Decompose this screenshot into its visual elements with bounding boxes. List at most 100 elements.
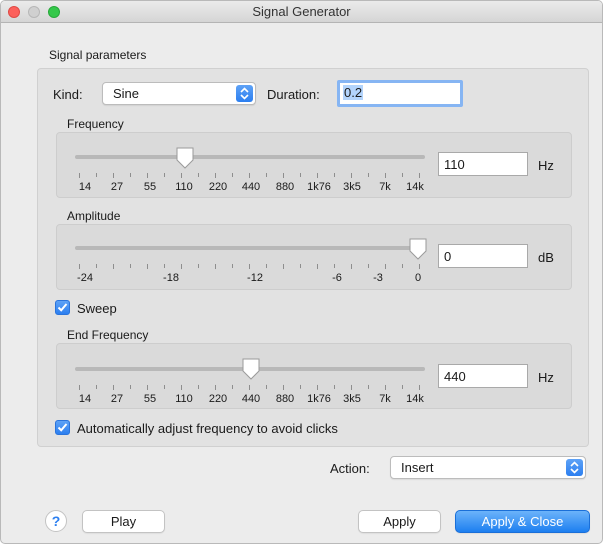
frequency-tick-mark [402,173,403,177]
amplitude-tick-mark [232,264,233,268]
frequency-field[interactable]: 110 [438,152,528,176]
end-frequency-tick-mark [164,385,165,389]
frequency-tick-mark [334,173,335,177]
amplitude-tick-mark [368,264,369,268]
apply-button[interactable]: Apply [358,510,441,533]
end-frequency-unit: Hz [538,370,554,385]
end-frequency-tick-mark [419,385,420,390]
frequency-tick-mark [181,173,182,178]
end-frequency-tick-mark [368,385,369,389]
kind-label: Kind: [53,87,83,102]
amplitude-tick-mark [402,264,403,268]
frequency-tick-mark [351,173,352,178]
group-label: Signal parameters [49,48,147,62]
checkmark-icon [57,423,68,432]
end-frequency-tick-label: 110 [175,393,193,405]
signal-generator-window: Signal Generator Signal parameters Kind:… [0,0,603,544]
end-frequency-tick-label: 55 [143,393,157,405]
end-frequency-tick-mark [266,385,267,389]
sweep-label[interactable]: Sweep [77,301,117,316]
end-frequency-tick-label: 3k5 [343,393,361,405]
window-title: Signal Generator [252,4,351,19]
frequency-value: 110 [444,157,465,172]
frequency-tick-mark [385,173,386,178]
amplitude-label: Amplitude [67,209,121,223]
frequency-tick-mark [147,173,148,178]
end-frequency-tick-label: 1k76 [307,393,331,405]
amplitude-value: 0 [444,249,452,264]
end-frequency-tick-label: 14k [406,393,424,405]
end-frequency-tick-label: 880 [275,393,295,405]
frequency-tick-label: 27 [110,181,124,193]
frequency-tick-label: 440 [241,181,261,193]
end-frequency-value: 440 [444,369,466,384]
frequency-tick-mark [113,173,114,178]
amplitude-tick-label: 0 [414,272,422,284]
amplitude-tick-label: -3 [373,272,383,284]
amplitude-field[interactable]: 0 [438,244,528,268]
end-frequency-tick-label: 220 [208,393,228,405]
end-frequency-tick-label: 27 [110,393,124,405]
checkmark-icon [57,303,68,312]
frequency-tick-mark [283,173,284,178]
amplitude-tick-mark [385,264,386,269]
amplitude-slider-track[interactable] [75,246,425,250]
amplitude-tick-mark [79,264,80,269]
duration-label: Duration: [267,87,320,102]
amplitude-slider-thumb[interactable] [408,238,428,260]
amplitude-tick-mark [266,264,267,268]
frequency-tick-label: 55 [143,181,157,193]
frequency-slider-track[interactable] [75,155,425,159]
amplitude-tick-mark [300,264,301,268]
end-frequency-tick-label: 440 [241,393,261,405]
amplitude-tick-mark [351,264,352,269]
kind-popup[interactable]: Sine [102,82,256,105]
frequency-tick-mark [215,173,216,178]
end-frequency-field[interactable]: 440 [438,364,528,388]
amplitude-tick-mark [198,264,199,268]
frequency-tick-mark [266,173,267,177]
end-frequency-tick-mark [79,385,80,390]
frequency-slider-thumb[interactable] [175,147,195,169]
help-button[interactable]: ? [45,510,67,532]
end-frequency-label: End Frequency [67,328,149,342]
amplitude-tick-label: -18 [163,272,179,284]
frequency-tick-label: 110 [175,181,193,193]
frequency-tick-mark [96,173,97,177]
apply-close-button[interactable]: Apply & Close [455,510,590,533]
auto-adjust-checkbox[interactable] [55,420,70,435]
play-button[interactable]: Play [82,510,165,533]
title-bar[interactable]: Signal Generator [1,1,602,23]
amplitude-tick-label: -6 [332,272,342,284]
end-frequency-tick-label: 14 [78,393,92,405]
frequency-tick-mark [249,173,250,178]
action-popup[interactable]: Insert [390,456,586,479]
amplitude-tick-label: -24 [77,272,93,284]
duration-field[interactable]: 0.2 [337,80,463,107]
action-popup-value: Insert [401,460,434,475]
end-frequency-tick-mark [334,385,335,389]
auto-adjust-label[interactable]: Automatically adjust frequency to avoid … [77,421,338,436]
amplitude-tick-mark [164,264,165,268]
frequency-tick-label: 880 [275,181,295,193]
amplitude-tick-mark [215,264,216,269]
popup-arrows-icon [566,459,583,476]
end-frequency-tick-mark [283,385,284,390]
amplitude-tick-label: -12 [247,272,263,284]
sweep-checkbox[interactable] [55,300,70,315]
end-frequency-tick-mark [130,385,131,389]
end-frequency-tick-mark [147,385,148,390]
kind-popup-value: Sine [113,86,140,101]
frequency-tick-label: 3k5 [343,181,361,193]
end-frequency-tick-mark [317,385,318,390]
end-frequency-tick-mark [402,385,403,389]
end-frequency-tick-mark [300,385,301,389]
frequency-tick-mark [79,173,80,178]
frequency-tick-mark [232,173,233,177]
amplitude-tick-mark [317,264,318,269]
frequency-tick-label: 14 [78,181,92,193]
frequency-tick-label: 220 [208,181,228,193]
end-frequency-tick-mark [385,385,386,390]
frequency-tick-mark [164,173,165,177]
end-frequency-slider-thumb[interactable] [241,358,261,380]
